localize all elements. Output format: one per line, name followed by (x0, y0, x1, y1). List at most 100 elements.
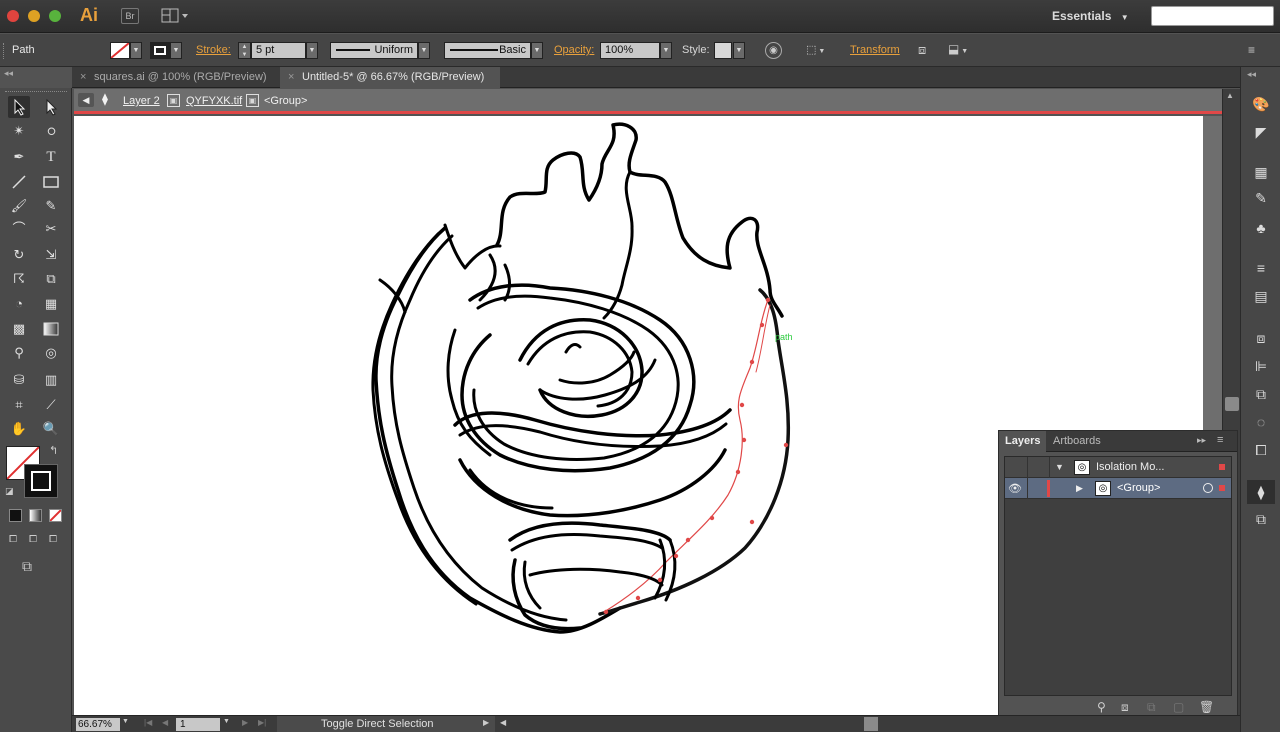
new-layer-icon[interactable]: ▢ (1173, 700, 1184, 714)
layer-row-group[interactable]: 👁 ▶ ◎ <Group> (1005, 478, 1231, 499)
zoom-level-input[interactable]: 66.67% (76, 718, 120, 731)
recolor-artwork-icon[interactable]: ◉ (765, 42, 782, 59)
scroll-up-icon[interactable]: ▲ (1226, 91, 1234, 100)
align-options-icon[interactable]: ⬚ ▼ (806, 43, 830, 59)
lasso-tool[interactable]: ഠ (40, 120, 62, 142)
brushes-panel-icon[interactable]: ✎ (1251, 189, 1271, 207)
swap-fill-stroke-icon[interactable]: ↰ (49, 444, 58, 457)
expand-triangle-icon[interactable]: ▶ (1076, 483, 1083, 494)
vertical-scroll-thumb[interactable] (1225, 397, 1239, 411)
tab-layers[interactable]: Layers (999, 431, 1047, 452)
blob-brush-tool[interactable]: ⌒ (8, 218, 30, 240)
opacity-input[interactable]: 100% (600, 42, 660, 59)
perspective-grid-tool[interactable]: ▦ (40, 293, 62, 315)
first-artboard-icon[interactable]: |◀ (144, 718, 152, 727)
visibility-eye-icon[interactable]: 👁 (1008, 482, 1022, 495)
direct-selection-tool[interactable] (40, 96, 62, 118)
toolbar-grip[interactable] (5, 91, 67, 93)
warp-tool[interactable]: ☈ (8, 268, 30, 290)
pathfinder-panel-icon[interactable]: ⧉ (1251, 385, 1271, 403)
panel-menu-icon[interactable]: ≡ (1217, 434, 1223, 446)
selection-indicator-icon[interactable] (1219, 485, 1225, 491)
collapse-panel-icon[interactable]: ▸▸ (1197, 435, 1206, 446)
mesh-tool[interactable]: ▩ (8, 318, 30, 340)
rectangle-tool[interactable] (40, 171, 62, 193)
stroke-weight-dropdown[interactable]: ▼ (306, 42, 318, 59)
target-circle-icon[interactable] (1203, 483, 1213, 493)
tab-artboards[interactable]: Artboards (1047, 431, 1107, 452)
zoom-window-button[interactable] (49, 10, 61, 22)
line-segment-tool[interactable] (8, 171, 30, 193)
fill-swatch[interactable] (110, 42, 130, 59)
breadcrumb-file[interactable]: QYFYXK.tif (186, 95, 242, 107)
graphic-style-dropdown[interactable]: ▼ (733, 42, 745, 59)
arrange-documents-button[interactable] (161, 8, 189, 24)
isolate-selected-icon[interactable]: ⧈ (918, 42, 926, 58)
profile-dropdown[interactable]: ▼ (418, 42, 430, 59)
stroke-color-box[interactable] (24, 464, 58, 498)
selection-indicator-icon[interactable] (1219, 464, 1225, 470)
gradient-panel-icon[interactable]: ▤ (1251, 287, 1271, 305)
pencil-tool[interactable]: ✎ (40, 195, 62, 217)
collapse-toolbar-icon[interactable]: ◂◂ (4, 68, 13, 79)
expand-panels-icon[interactable]: ◂◂ (1247, 69, 1256, 80)
change-screen-mode-icon[interactable]: ⧉ (22, 558, 32, 575)
tab-untitled-5[interactable]: × Untitled-5* @ 66.67% (RGB/Preview) (280, 67, 500, 88)
transform-panel-link[interactable]: Transform (850, 44, 900, 56)
help-search-input[interactable] (1151, 6, 1274, 26)
color-guide-icon[interactable]: ◤ (1251, 123, 1271, 141)
color-mode-button[interactable] (9, 509, 22, 522)
stroke-weight-input[interactable]: 5 pt (251, 42, 306, 59)
status-display[interactable]: Toggle Direct Selection ▶ (277, 716, 495, 732)
graphic-styles-icon[interactable]: ⧠ (1251, 441, 1271, 459)
layer-row-isolation[interactable]: ▼ ◎ Isolation Mo... (1005, 457, 1231, 478)
zoom-dropdown-icon[interactable]: ▼ (122, 718, 129, 725)
variable-width-profile[interactable]: Uniform (330, 42, 418, 59)
slice-tool[interactable]: ⟋ (40, 394, 62, 416)
magic-wand-tool[interactable]: ✴ (8, 120, 30, 142)
close-icon[interactable]: × (288, 67, 294, 88)
locate-object-icon[interactable]: ⚲ (1097, 700, 1106, 714)
stroke-swatch[interactable] (150, 42, 170, 59)
default-colors-icon[interactable]: ◪ (5, 486, 14, 497)
draw-inside-icon[interactable]: ⧠ (49, 534, 62, 546)
new-sublayer-icon[interactable]: ⧉ (1147, 700, 1156, 715)
next-artboard-icon[interactable]: ▶ (242, 718, 248, 727)
go-to-bridge-button[interactable]: Br (121, 8, 139, 24)
previous-artboard-icon[interactable]: ◀ (162, 718, 168, 727)
scissors-tool[interactable]: ✂ (40, 218, 62, 240)
status-menu-icon[interactable]: ▶ (483, 718, 489, 727)
gradient-tool[interactable] (40, 318, 62, 340)
stroke-weight-stepper[interactable]: ▲ ▼ (238, 42, 251, 59)
minimize-window-button[interactable] (28, 10, 40, 22)
opacity-dropdown[interactable]: ▼ (660, 42, 672, 59)
panel-grip-icon[interactable] (3, 43, 6, 59)
none-mode-button[interactable] (49, 509, 62, 522)
paintbrush-tool[interactable]: 🖌 (8, 195, 30, 217)
brush-definition[interactable]: Basic (444, 42, 531, 59)
column-graph-tool[interactable]: ▥ (40, 369, 62, 391)
draw-behind-icon[interactable]: ⧠ (29, 534, 42, 546)
appearance-panel-icon[interactable]: ◌ (1251, 413, 1271, 431)
shape-builder-tool[interactable]: ◔ (8, 293, 30, 315)
draw-normal-icon[interactable]: ⧠ (9, 534, 22, 546)
back-one-level-button[interactable]: ◀ (78, 93, 94, 107)
gradient-mode-button[interactable] (29, 509, 42, 522)
expand-options-icon[interactable]: ⬓ ▼ (948, 42, 968, 56)
symbol-sprayer-tool[interactable]: ⛁ (8, 369, 30, 391)
eyedropper-tool[interactable]: ⚲ (8, 342, 30, 364)
opacity-panel-link[interactable]: Opacity: (554, 44, 594, 56)
artboard-dropdown-icon[interactable]: ▼ (223, 718, 230, 725)
stroke-panel-link[interactable]: Stroke: (196, 44, 231, 56)
transform-panel-icon[interactable]: ⧈ (1251, 329, 1271, 347)
last-artboard-icon[interactable]: ▶| (258, 718, 266, 727)
scroll-left-icon[interactable]: ◀ (500, 718, 506, 727)
hand-tool[interactable]: ✋ (8, 418, 30, 440)
fill-dropdown[interactable]: ▼ (130, 42, 142, 59)
workspace-switcher[interactable]: Essentials ▼ (1052, 9, 1129, 23)
stroke-dropdown[interactable]: ▼ (170, 42, 182, 59)
selection-tool[interactable] (8, 96, 30, 118)
zoom-tool[interactable]: 🔍 (40, 418, 62, 440)
artboard-number-input[interactable]: 1 (176, 718, 220, 731)
tab-squares[interactable]: × squares.ai @ 100% (RGB/Preview) (72, 67, 278, 88)
